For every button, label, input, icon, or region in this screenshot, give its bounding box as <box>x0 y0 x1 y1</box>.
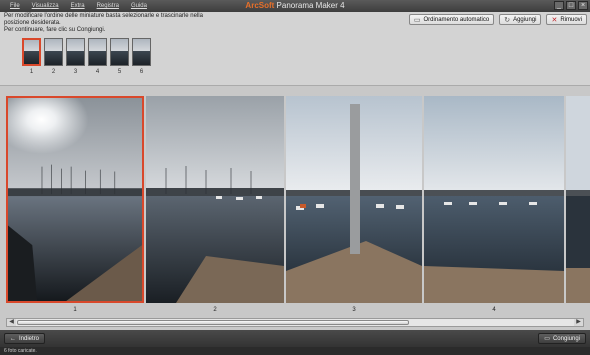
add-label: Aggiungi <box>513 16 537 23</box>
thumbnail-3[interactable] <box>66 38 85 66</box>
remove-icon: ✕ <box>551 16 558 24</box>
thumbnail-1[interactable] <box>22 38 41 66</box>
scrollbar-thumb[interactable] <box>17 320 409 325</box>
add-button[interactable]: ↻ Aggiungi <box>499 14 542 25</box>
thumbnail-numbers: 1 2 3 4 5 6 <box>22 69 151 75</box>
remove-label: Rimuovi <box>560 16 582 23</box>
add-icon: ↻ <box>504 16 511 24</box>
arrow-left-icon: ← <box>10 335 16 342</box>
thumbnail-number: 3 <box>73 69 78 75</box>
auto-sort-button[interactable]: ▭ Ordinamento automatico <box>408 14 495 25</box>
menu-guida[interactable]: Guida <box>131 3 147 12</box>
thumbnail-number: 4 <box>95 69 100 75</box>
bottom-bar: ← Indietro ▭ Congiungi <box>0 330 590 347</box>
photo-1-image <box>8 98 142 301</box>
remove-button[interactable]: ✕ Rimuovi <box>546 14 587 25</box>
frame-number: 3 <box>352 307 356 313</box>
back-label: Indietro <box>19 335 40 342</box>
join-icon: ▭ <box>544 336 550 342</box>
menu-file[interactable]: File <box>10 3 20 12</box>
instruction-line-2: Per continuare, fare clic su Congiungi. <box>4 27 106 33</box>
thumbnail-5[interactable] <box>110 38 129 66</box>
sort-icon: ▭ <box>413 16 421 24</box>
photo-2-image <box>146 96 284 303</box>
photo-frame-1[interactable] <box>6 96 144 303</box>
window-controls: _ □ × <box>554 1 588 10</box>
thumbnail-number: 1 <box>29 69 34 75</box>
toolbar: ▭ Ordinamento automatico ↻ Aggiungi ✕ Ri… <box>408 14 587 25</box>
photo-3-image <box>286 96 422 303</box>
frame-number: 1 <box>73 307 77 313</box>
photo-frame-3[interactable] <box>286 96 422 303</box>
join-button[interactable]: ▭ Congiungi <box>538 333 586 344</box>
menu-registra[interactable]: Registra <box>97 3 119 12</box>
thumbnail-2[interactable] <box>44 38 63 66</box>
thumbnail-strip <box>22 38 151 66</box>
app-title: Panorama Maker 4 <box>276 1 345 10</box>
thumbnail-panel: Per modificare l'ordine delle miniature … <box>0 12 590 85</box>
scroll-left-icon[interactable]: ◀ <box>7 319 16 326</box>
minimize-button[interactable]: _ <box>554 1 564 10</box>
thumbnail-number: 5 <box>117 69 122 75</box>
maximize-button[interactable]: □ <box>566 1 576 10</box>
auto-sort-label: Ordinamento automatico <box>423 16 490 23</box>
thumbnail-4[interactable] <box>88 38 107 66</box>
status-bar: 6 foto caricate. <box>0 347 590 355</box>
join-label: Congiungi <box>552 335 580 342</box>
photo-frame-5[interactable] <box>566 96 590 303</box>
title-bar: ArcSoft Panorama Maker 4 File Visualizza… <box>0 0 590 12</box>
menu-extra[interactable]: Extra <box>71 3 85 12</box>
thumbnail-6[interactable] <box>132 38 151 66</box>
menu-visualizza[interactable]: Visualizza <box>32 3 59 12</box>
preview-panel: 1 2 3 4 ◀ ▶ <box>0 85 590 330</box>
back-button[interactable]: ← Indietro <box>4 333 46 344</box>
photo-5-image <box>566 96 590 303</box>
frame-number: 2 <box>213 307 217 313</box>
photo-4-image <box>424 96 564 303</box>
frame-number: 4 <box>492 307 496 313</box>
thumbnail-number: 2 <box>51 69 56 75</box>
brand-name: ArcSoft <box>245 1 275 10</box>
instructions-text: Per modificare l'ordine delle miniature … <box>4 13 214 34</box>
photo-frame-2[interactable] <box>146 96 284 303</box>
close-button[interactable]: × <box>578 1 588 10</box>
photo-frame-4[interactable] <box>424 96 564 303</box>
horizontal-scrollbar[interactable]: ◀ ▶ <box>6 318 584 327</box>
thumbnail-number: 6 <box>139 69 144 75</box>
menu-bar: File Visualizza Extra Registra Guida <box>0 0 147 12</box>
scroll-right-icon[interactable]: ▶ <box>574 319 583 326</box>
instruction-line-1: Per modificare l'ordine delle miniature … <box>4 13 203 26</box>
